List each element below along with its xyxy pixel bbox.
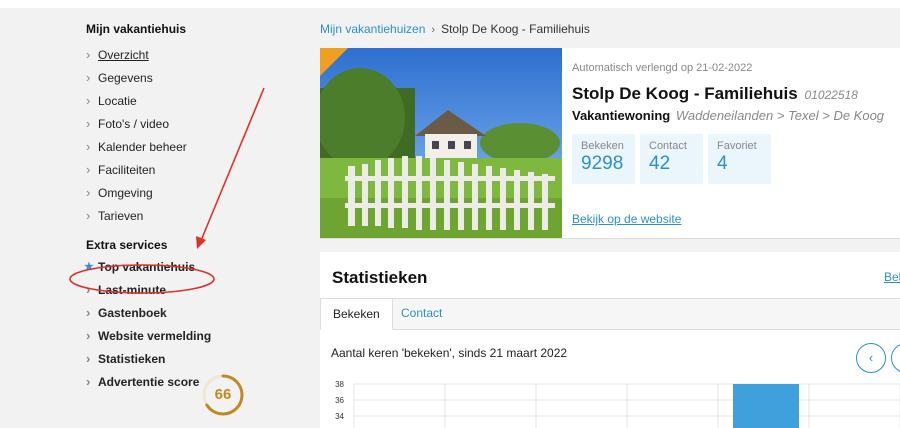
stat-value: 42 xyxy=(649,153,671,174)
breadcrumb-current: Stolp De Koog - Familiehuis xyxy=(441,22,590,36)
sidebar-item-label: Advertentie score xyxy=(98,375,200,389)
chevron-right-icon: › xyxy=(86,282,91,297)
chevron-right-icon: › xyxy=(86,47,91,62)
y-tick-label: 34 xyxy=(335,412,344,421)
chevron-right-icon: › xyxy=(86,139,91,154)
breadcrumb-separator-icon: › xyxy=(431,24,436,36)
sidebar-item-label: Gegevens xyxy=(98,71,153,85)
renewal-text: Automatisch verlengd op 21-02-2022 xyxy=(572,62,753,74)
stat-value: 9298 xyxy=(581,153,624,174)
sidebar-item-website-vermelding[interactable]: › Website vermelding xyxy=(86,329,286,352)
sidebar-item-omgeving[interactable]: › Omgeving xyxy=(86,186,286,209)
stat-label: Favoriet xyxy=(717,140,757,152)
sidebar-item-statistieken[interactable]: › Statistieken xyxy=(86,352,286,375)
listing-photo[interactable] xyxy=(320,48,562,238)
sidebar-item-label: Faciliteiten xyxy=(98,163,156,177)
sidebar-item-label: Omgeving xyxy=(98,186,153,200)
listing-stats: Bekeken 9298 Contact 42 Favoriet 4 xyxy=(572,134,771,184)
y-tick-label: 38 xyxy=(335,380,344,389)
sidebar-item-top-vakantiehuis[interactable]: ★ Top vakantiehuis xyxy=(84,260,286,283)
sidebar-item-locatie[interactable]: › Locatie xyxy=(86,94,286,117)
sidebar-item-label: Kalender beheer xyxy=(98,140,187,154)
chevron-right-icon: › xyxy=(86,305,91,320)
sidebar-item-kalender-beheer[interactable]: › Kalender beheer xyxy=(86,140,286,163)
tab-bekeken[interactable]: Bekeken xyxy=(320,298,393,330)
star-icon: ★ xyxy=(84,261,94,273)
sidebar-item-label: Website vermelding xyxy=(98,329,212,343)
stat-value: 4 xyxy=(717,153,728,174)
sidebar-item-label: Last-minute xyxy=(98,283,167,297)
extra-services-menu: ★ Top vakantiehuis › Last-minute › Gastenbo… xyxy=(84,260,286,398)
listing-info: Automatisch verlengd op 21-02-2022 Stolp… xyxy=(572,62,900,123)
sidebar: Mijn vakantiehuis › Overzicht › Gegevens ›… xyxy=(84,22,286,398)
sidebar-item-label: Foto's / video xyxy=(98,117,169,131)
sidebar-item-label: Top vakantiehuis xyxy=(98,260,196,274)
sidebar-item-advertentie-score[interactable]: › Advertentie score xyxy=(86,375,286,398)
sidebar-item-tarieven[interactable]: › Tarieven xyxy=(86,209,286,232)
sidebar-item-last-minute[interactable]: › Last-minute xyxy=(86,283,286,306)
stat-favoriet: Favoriet 4 xyxy=(708,134,771,184)
sidebar-item-overzicht[interactable]: › Overzicht xyxy=(86,48,286,71)
sidebar-item-label: Statistieken xyxy=(98,352,166,366)
chart-bar[interactable] xyxy=(733,384,799,428)
stat-contact: Contact 42 xyxy=(640,134,703,184)
listing-location: Waddeneilanden > Texel > De Koog xyxy=(675,108,885,123)
sidebar-item-gastenboek[interactable]: › Gastenboek xyxy=(86,306,286,329)
chevron-right-icon: › xyxy=(86,162,91,177)
stat-bekeken: Bekeken 9298 xyxy=(572,134,635,184)
chart-caption: Aantal keren 'bekeken', sinds 21 maart 2… xyxy=(331,346,568,360)
sidebar-menu: › Overzicht › Gegevens › Locatie › Foto's / … xyxy=(86,48,286,232)
chevron-right-icon: › xyxy=(86,374,91,389)
sidebar-item-label: Gastenboek xyxy=(98,306,167,320)
chevron-right-icon: › xyxy=(86,116,91,131)
extra-services-heading: Extra services xyxy=(86,238,168,252)
listing-title-text: Stolp De Koog - Familiehuis xyxy=(572,84,798,103)
chevron-right-icon: › xyxy=(86,93,91,108)
breadcrumb-link[interactable]: Mijn vakantiehuizen xyxy=(320,22,425,36)
chevron-right-icon: › xyxy=(86,328,91,343)
listing-type: Vakantiewoning xyxy=(572,108,671,123)
chevron-right-icon[interactable]: › xyxy=(891,343,900,373)
stat-label: Bekeken xyxy=(581,140,624,152)
views-chart: 38 36 34 xyxy=(335,380,900,428)
chevron-left-icon[interactable]: ‹ xyxy=(856,343,886,373)
sidebar-item-faciliteiten[interactable]: › Faciliteiten xyxy=(86,163,286,186)
listing-type-line: Vakantiewoning Waddeneilanden > Texel > … xyxy=(572,108,900,123)
statistics-tabs: Bekeken Contact xyxy=(320,298,900,330)
chevron-right-icon: › xyxy=(86,70,91,85)
stat-label: Contact xyxy=(649,140,687,152)
listing-card: Automatisch verlengd op 21-02-2022 Stolp… xyxy=(320,48,900,239)
sidebar-item-label: Overzicht xyxy=(98,48,149,62)
y-tick-label: 36 xyxy=(335,396,344,405)
breadcrumb: Mijn vakantiehuizen › Stolp De Koog - Fami… xyxy=(320,22,590,36)
sidebar-item-label: Tarieven xyxy=(98,209,144,223)
advertentie-score-value: 66 xyxy=(214,386,232,403)
sidebar-heading: Mijn vakantiehuis xyxy=(86,22,187,36)
statistics-panel: Statistieken Bek Bekeken Contact Aantal … xyxy=(320,252,900,428)
sidebar-item-gegevens[interactable]: › Gegevens xyxy=(86,71,286,94)
chevron-right-icon: › xyxy=(86,208,91,223)
statistics-link[interactable]: Bek xyxy=(884,270,900,284)
statistics-title: Statistieken xyxy=(332,268,428,287)
sidebar-item-label: Locatie xyxy=(98,94,137,108)
sidebar-item-fotos-video[interactable]: › Foto's / video xyxy=(86,117,286,140)
listing-title: Stolp De Koog - Familiehuis 01022518 xyxy=(572,84,900,104)
view-on-website-link[interactable]: Bekijk op de website xyxy=(572,212,681,226)
chevron-right-icon: › xyxy=(86,351,91,366)
chevron-right-icon: › xyxy=(86,185,91,200)
listing-code: 01022518 xyxy=(804,88,858,102)
tab-contact[interactable]: Contact xyxy=(389,298,454,330)
